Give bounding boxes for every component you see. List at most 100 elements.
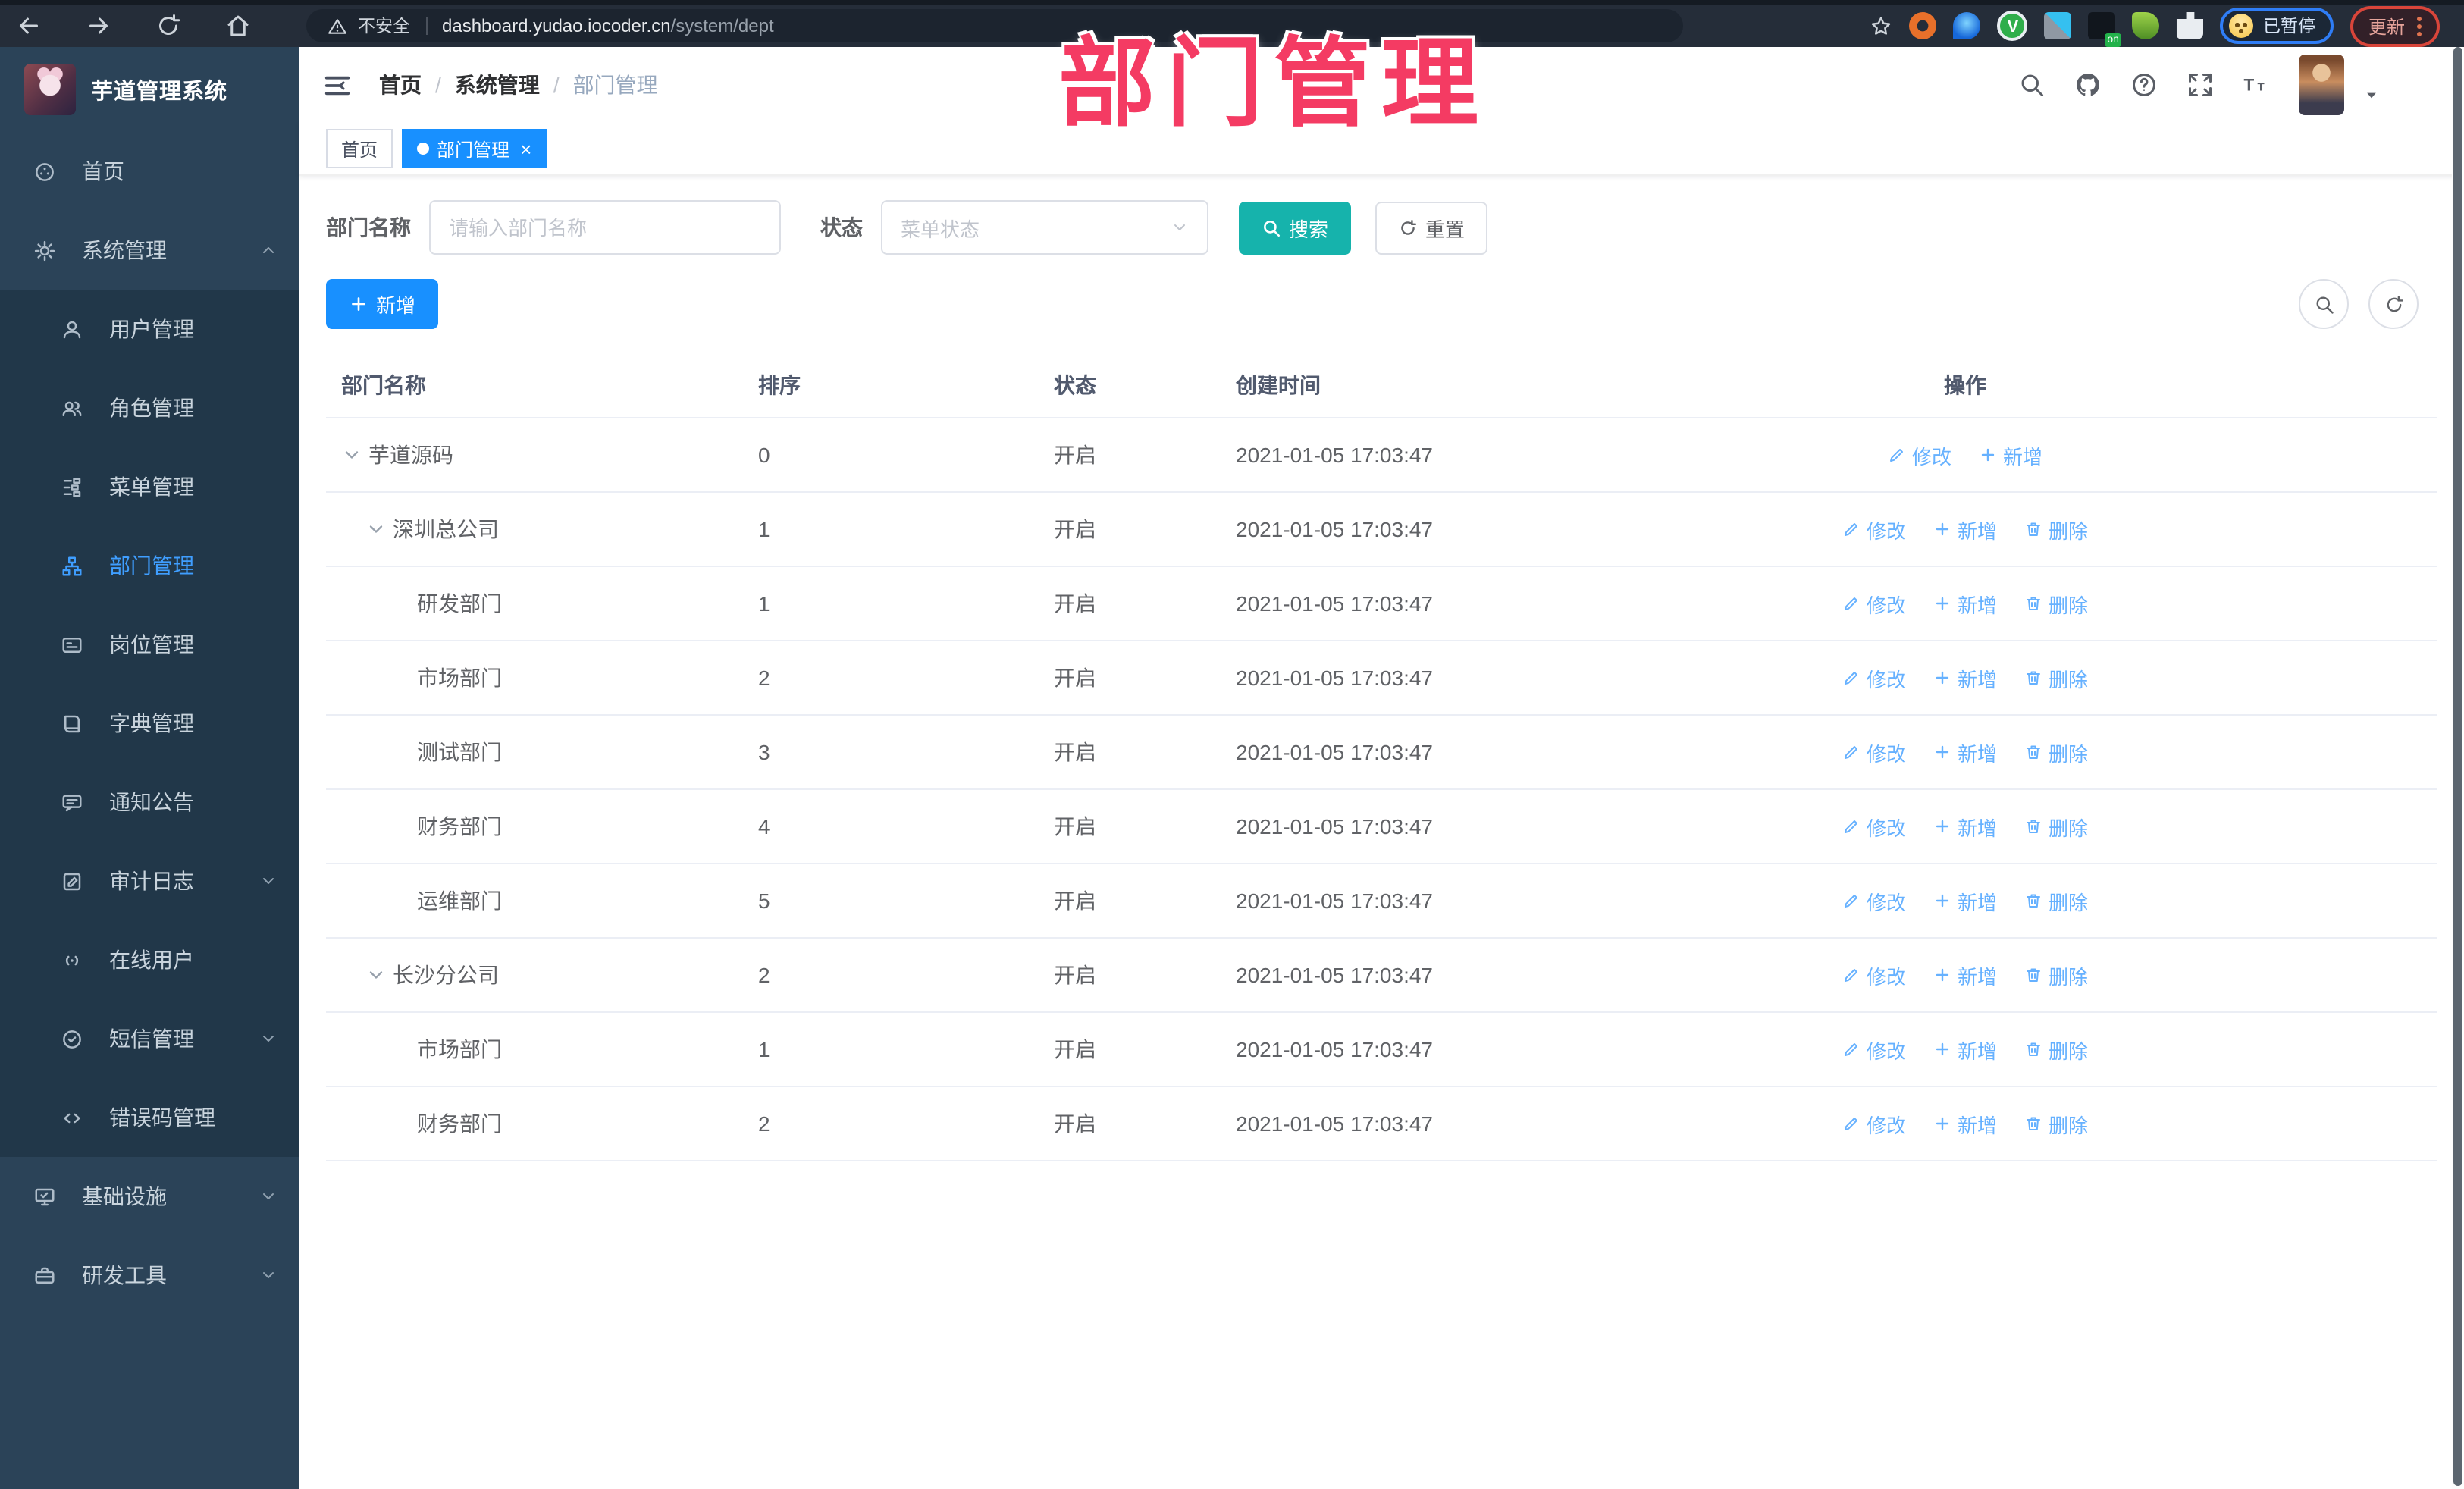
row-action-edit[interactable]: 修改	[1842, 738, 1906, 766]
font-size-icon[interactable]: TT	[2243, 71, 2270, 99]
scrollbar-thumb[interactable]	[2453, 47, 2462, 1486]
row-action-edit[interactable]: 修改	[1842, 589, 1906, 618]
row-action-add[interactable]: 新增	[1933, 886, 1997, 915]
tree-collapse-icon[interactable]	[341, 444, 362, 466]
row-action-delete[interactable]: 删除	[2024, 589, 2088, 618]
row-action-edit[interactable]: 修改	[1842, 515, 1906, 544]
row-action-add[interactable]: 新增	[1933, 738, 1997, 766]
caret-down-icon[interactable]	[2364, 88, 2379, 103]
row-action-add[interactable]: 新增	[1933, 663, 1997, 692]
tab-首页[interactable]: 首页	[326, 129, 393, 168]
sidebar-item-online-user[interactable]: 在线用户	[0, 920, 299, 999]
status-cell: 开启	[1054, 1111, 1096, 1136]
hamburger-icon[interactable]	[323, 71, 352, 99]
sidebar-item-infrastructure[interactable]: 基础设施	[0, 1157, 299, 1236]
row-action-add[interactable]: 新增	[1933, 812, 1997, 841]
search-button[interactable]: 搜索	[1239, 201, 1352, 254]
extension-switch-icon[interactable]	[2088, 12, 2122, 47]
sidebar-item-menu-tree[interactable]: 菜单管理	[0, 447, 299, 526]
actions-cell: 修改 新增 删除	[1494, 1035, 2437, 1064]
status-select[interactable]: 菜单状态	[881, 200, 1208, 255]
row-action-add[interactable]: 新增	[1979, 440, 2042, 469]
row-action-edit[interactable]: 修改	[1842, 886, 1906, 915]
profile-paused-pill[interactable]: 已暂停	[2220, 8, 2334, 44]
sidebar-item-toolbox[interactable]: 研发工具	[0, 1236, 299, 1315]
extension-grid-icon[interactable]	[2044, 12, 2072, 39]
sidebar-item-sms[interactable]: 短信管理	[0, 999, 299, 1078]
sidebar-item-user[interactable]: 用户管理	[0, 290, 299, 368]
forward-icon[interactable]	[85, 12, 112, 39]
sidebar-item-id-card[interactable]: 岗位管理	[0, 605, 299, 684]
close-icon[interactable]: ×	[520, 139, 531, 158]
row-action-delete[interactable]: 删除	[2024, 812, 2088, 841]
row-action-add[interactable]: 新增	[1933, 1035, 1997, 1064]
sidebar-item-dictionary[interactable]: 字典管理	[0, 684, 299, 763]
search-icon[interactable]	[2018, 71, 2045, 99]
fullscreen-icon[interactable]	[2187, 71, 2214, 99]
sidebar-item-code[interactable]: 错误码管理	[0, 1078, 299, 1157]
sidebar-item-dashboard[interactable]: 首页	[0, 132, 299, 211]
github-icon[interactable]	[2074, 71, 2102, 99]
row-action-edit[interactable]: 修改	[1888, 440, 1951, 469]
sort-cell: 3	[758, 740, 770, 764]
reset-button[interactable]: 重置	[1375, 201, 1488, 254]
sort-cell: 2	[758, 963, 770, 987]
breadcrumb-separator: /	[553, 73, 560, 97]
row-action-add[interactable]: 新增	[1933, 515, 1997, 544]
sidebar-item-audit-log[interactable]: 审计日志	[0, 842, 299, 920]
create-time-cell: 2021-01-05 17:03:47	[1236, 443, 1433, 467]
sidebar-item-label: 系统管理	[82, 238, 167, 262]
breadcrumb-item: 部门管理	[572, 73, 658, 97]
browser-menu-icon[interactable]	[2417, 16, 2422, 36]
row-action-add[interactable]: 新增	[1933, 589, 1997, 618]
row-action-edit[interactable]: 修改	[1842, 812, 1906, 841]
sidebar-item-announcement[interactable]: 通知公告	[0, 763, 299, 842]
browser-update-button[interactable]: 更新	[2350, 5, 2440, 46]
actions-cell: 修改 新增	[1494, 440, 2437, 469]
help-icon[interactable]	[2130, 71, 2158, 99]
extension-v-icon[interactable]: V	[1997, 11, 2028, 41]
url-divider	[425, 17, 427, 35]
sidebar-item-org-chart[interactable]: 部门管理	[0, 526, 299, 605]
app-logo-row[interactable]: 芋道管理系统	[0, 47, 299, 132]
row-action-add[interactable]: 新增	[1933, 1109, 1997, 1138]
plus-icon	[1979, 446, 1997, 464]
dept-name-input[interactable]	[429, 200, 781, 255]
refresh-button[interactable]	[2368, 279, 2419, 329]
row-action-delete[interactable]: 删除	[2024, 663, 2088, 692]
row-action-delete[interactable]: 删除	[2024, 738, 2088, 766]
extension-key-icon[interactable]	[2132, 12, 2160, 39]
breadcrumb-item[interactable]: 系统管理	[455, 70, 540, 100]
user-avatar[interactable]	[2299, 55, 2344, 115]
extensions-puzzle-icon[interactable]	[2176, 12, 2204, 39]
row-action-edit[interactable]: 修改	[1842, 663, 1906, 692]
tree-collapse-icon[interactable]	[365, 519, 387, 540]
sidebar-item-gear[interactable]: 系统管理	[0, 211, 299, 290]
row-action-delete[interactable]: 删除	[2024, 886, 2088, 915]
column-title: 部门名称	[341, 373, 426, 397]
extension-gear-icon[interactable]	[1909, 12, 1937, 39]
row-action-label: 新增	[1957, 817, 1997, 839]
extension-drop-icon[interactable]	[1953, 12, 1981, 39]
tab-部门管理[interactable]: 部门管理 ×	[402, 129, 547, 168]
tree-collapse-icon[interactable]	[365, 964, 387, 986]
row-action-edit[interactable]: 修改	[1842, 961, 1906, 989]
row-action-delete[interactable]: 删除	[2024, 515, 2088, 544]
row-action-add[interactable]: 新增	[1933, 961, 1997, 989]
reload-icon[interactable]	[155, 12, 182, 39]
breadcrumb-item[interactable]: 首页	[379, 70, 422, 100]
add-button[interactable]: 新增	[326, 279, 439, 329]
row-action-delete[interactable]: 删除	[2024, 1109, 2088, 1138]
sidebar-item-users[interactable]: 角色管理	[0, 368, 299, 447]
back-icon[interactable]	[15, 12, 42, 39]
reset-button-label: 重置	[1425, 218, 1466, 240]
home-icon[interactable]	[224, 12, 252, 39]
row-action-edit[interactable]: 修改	[1842, 1109, 1906, 1138]
row-action-edit[interactable]: 修改	[1842, 1035, 1906, 1064]
search-toggle-button[interactable]	[2299, 279, 2349, 329]
bookmark-star-icon[interactable]	[1870, 14, 1893, 37]
row-action-label: 删除	[2049, 1039, 2089, 1062]
row-action-delete[interactable]: 删除	[2024, 1035, 2088, 1064]
row-action-label: 修改	[1866, 1039, 1906, 1062]
row-action-delete[interactable]: 删除	[2024, 961, 2088, 989]
